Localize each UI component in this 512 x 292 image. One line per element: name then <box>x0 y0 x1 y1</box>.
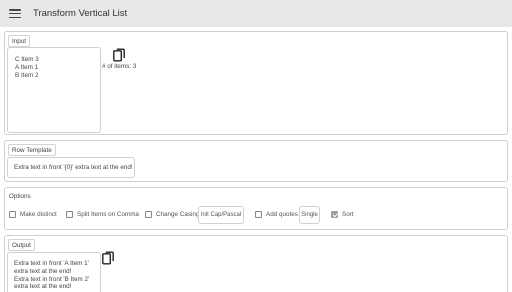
sort-box[interactable] <box>331 211 338 218</box>
casing-select[interactable]: Init Cap/Pascal <box>198 206 244 224</box>
app-toolbar: Transform Vertical List <box>0 0 512 27</box>
quotes-select[interactable]: Single <box>299 206 320 224</box>
sort-checkbox[interactable]: Sort <box>331 211 354 218</box>
output-legend: Output <box>8 239 35 251</box>
input-textarea[interactable]: C Item 3 A Item 1 B Item 2 <box>7 47 101 133</box>
output-panel: Output Extra text in front 'A Item 1' ex… <box>4 235 508 292</box>
add-quotes-label: Add quotes <box>266 211 298 218</box>
split-comma-box[interactable] <box>66 211 73 218</box>
copy-icon[interactable] <box>113 48 126 62</box>
output-line: Extra text in front 'B Item 2' <box>14 275 90 283</box>
copy-icon[interactable] <box>102 251 115 265</box>
app-title: Transform Vertical List <box>33 8 128 19</box>
input-legend: Input <box>8 35 31 47</box>
input-line: A Item 1 <box>15 63 39 71</box>
row-template-panel: Row Template Extra text in front '{0}' e… <box>4 140 508 182</box>
input-line: C Item 3 <box>15 56 39 63</box>
options-panel: Options Make distinct Split Items on Com… <box>4 187 508 230</box>
sort-label: Sort <box>342 211 354 218</box>
output-textarea[interactable]: Extra text in front 'A Item 1' extra tex… <box>7 252 101 292</box>
output-line: extra text at the end! <box>14 283 72 291</box>
row-template-value: Extra text in front '{0}' extra text at … <box>14 164 133 171</box>
add-quotes-box[interactable] <box>255 211 262 218</box>
input-panel: Input C Item 3 A Item 1 B Item 2 # of it… <box>4 31 508 135</box>
change-casing-label: Change Casing <box>156 211 200 218</box>
change-casing-checkbox[interactable]: Change Casing <box>145 211 199 218</box>
output-line: Extra text in front 'A Item 1' <box>14 260 89 267</box>
options-legend: Options <box>8 191 32 201</box>
split-comma-label: Split Items on Comma <box>77 211 139 218</box>
output-line: extra text at the end! <box>14 267 72 275</box>
make-distinct-checkbox[interactable]: Make distinct <box>9 211 57 218</box>
add-quotes-checkbox[interactable]: Add quotes <box>255 211 298 218</box>
split-comma-checkbox[interactable]: Split Items on Comma <box>66 211 139 218</box>
row-template-legend: Row Template <box>8 144 56 156</box>
make-distinct-label: Make distinct <box>20 211 57 218</box>
item-count-label: # of items: 3 <box>102 63 137 70</box>
hamburger-menu-icon[interactable] <box>9 9 21 18</box>
change-casing-box[interactable] <box>145 211 152 218</box>
make-distinct-box[interactable] <box>9 211 16 218</box>
row-template-input[interactable]: Extra text in front '{0}' extra text at … <box>7 157 135 178</box>
input-line: B Item 2 <box>15 71 39 79</box>
